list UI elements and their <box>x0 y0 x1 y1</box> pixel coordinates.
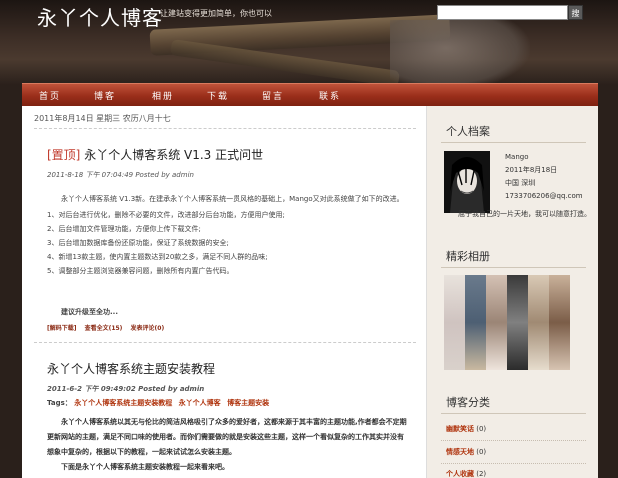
list-item: 2、后台增加文件管理功能，方便你上传下载文件; <box>47 225 201 233</box>
profile-location: 中国 深圳 <box>505 179 536 187</box>
list-item: 4、新增13款主题，使内置主题数达到20款之多，满足不同人群的品味; <box>47 253 268 261</box>
main-nav: 首页 博客 相册 下载 留言 联系 <box>22 83 598 106</box>
post-body: 下面是永丫个人博客系统主题安装教程一起来看来吧。 <box>61 463 229 471</box>
album-photo[interactable] <box>549 275 570 370</box>
profile-date: 2011年8月18日 <box>505 166 558 174</box>
album-photo[interactable] <box>528 275 549 370</box>
list-item: 5、调整部分主题浏览器兼容问题，删除所有内置广告代码。 <box>47 267 234 275</box>
post-tags: Tags： 永丫个人博客系统主题安装教程 永丫个人博客 博客主题安装 <box>47 398 273 408</box>
read-full-link[interactable]: 查看全文(15) <box>85 325 123 332</box>
comment-link[interactable]: 发表评论(0) <box>131 325 165 332</box>
post-meta: 2011-6-2 下午 09:49:02 Posted by admin <box>47 385 205 393</box>
album-photo[interactable] <box>507 275 528 370</box>
divider <box>441 413 586 414</box>
sidebar: 个人档案 Mango 2011年8月18日 中国 深圳 1733706206@q… <box>427 106 598 478</box>
category-count: (0) <box>476 448 487 456</box>
list-item: 1、对后台进行优化，删除不必要的文件，改进部分后台功能，方便用户使用; <box>47 211 285 219</box>
divider <box>34 128 416 129</box>
post-meta: 2011-8-18 下午 07:04:49 Posted by admin <box>47 171 194 179</box>
divider <box>441 267 586 268</box>
category-item[interactable]: 幽默笑话 (0) <box>446 424 486 434</box>
album-photo[interactable] <box>465 275 486 370</box>
tag-link[interactable]: 永丫个人博客 <box>179 399 221 407</box>
category-count: (0) <box>476 425 487 433</box>
profile-name: Mango <box>505 153 529 161</box>
divider <box>441 463 586 464</box>
category-name[interactable]: 幽默笑话 <box>446 425 474 433</box>
post-links: [解码下载] 查看全文(15) 发表评论(0) <box>47 323 170 332</box>
category-count: (2) <box>476 470 487 478</box>
search-button[interactable]: 搜 <box>568 5 583 20</box>
main-content: 2011年8月14日 星期三 农历八月十七 [置顶] 永丫个人博客系统 V1.3… <box>22 106 427 478</box>
category-name[interactable]: 个人收藏 <box>446 470 474 478</box>
category-heading: 博客分类 <box>446 396 490 409</box>
read-more-text: 建议升级至全功... <box>61 308 118 316</box>
category-item[interactable]: 个人收藏 (2) <box>446 469 486 478</box>
divider <box>441 440 586 441</box>
avatar <box>444 151 490 213</box>
post-body: 永丫个人博客系统 V1.3新。在建承永丫个人博客系统一贯风格的基础上，Mango… <box>47 192 405 278</box>
profile-heading: 个人档案 <box>446 125 490 138</box>
nav-contact[interactable]: 联系 <box>319 89 341 102</box>
avatar-image <box>444 151 490 213</box>
post-title[interactable]: [置顶] 永丫个人博客系统 V1.3 正式问世 <box>47 146 263 163</box>
nav-album[interactable]: 相册 <box>152 89 174 102</box>
album-heading: 精彩相册 <box>446 250 490 263</box>
site-header: 永丫个人博客 让建站变得更加简单，你也可以 搜 <box>0 0 618 85</box>
nav-download[interactable]: 下载 <box>207 89 229 102</box>
nav-home[interactable]: 首页 <box>39 89 61 102</box>
category-name[interactable]: 情感天地 <box>446 448 474 456</box>
site-title[interactable]: 永丫个人博客 <box>37 2 163 31</box>
site-description: 让建站变得更加简单，你也可以 <box>160 9 272 18</box>
post-body: 永丫个人博客系统以其无与伦比的简洁风格吸引了众多的爱好者，这都来源于其丰富的主题… <box>47 418 407 456</box>
nav-guestbook[interactable]: 留言 <box>262 89 284 102</box>
category-item[interactable]: 情感天地 (0) <box>446 447 486 457</box>
download-link[interactable]: [解码下载] <box>47 325 77 332</box>
page-border <box>598 85 618 478</box>
tag-link[interactable]: 永丫个人博客系统主题安装教程 <box>74 399 172 407</box>
nav-blog[interactable]: 博客 <box>94 89 116 102</box>
album-photo[interactable] <box>444 275 465 370</box>
tags-label: Tags： <box>47 399 72 407</box>
search-input[interactable] <box>437 5 568 20</box>
post-title[interactable]: 永丫个人博客系统主题安装教程 <box>47 360 215 377</box>
photo-album[interactable] <box>444 275 572 370</box>
post-intro: 永丫个人博客系统 V1.3新。在建承永丫个人博客系统一贯风格的基础上，Mango… <box>61 195 404 203</box>
profile-info: Mango 2011年8月18日 中国 深圳 1733706206@qq.com <box>505 151 583 203</box>
pinned-badge: [置顶] <box>47 148 81 162</box>
tag-link[interactable]: 博客主题安装 <box>227 399 269 407</box>
date-line: 2011年8月14日 星期三 农历八月十七 <box>34 114 171 123</box>
list-item: 3、后台增加数据库备份还原功能，保证了系统数据的安全; <box>47 239 229 247</box>
album-photo[interactable] <box>486 275 507 370</box>
profile-bio: 屈于我自己的一片天地，我可以随意打造。 <box>458 210 591 218</box>
profile-email[interactable]: 1733706206@qq.com <box>505 190 583 203</box>
divider <box>34 342 416 343</box>
post-title-text[interactable]: 永丫个人博客系统 V1.3 正式问世 <box>80 148 263 162</box>
divider <box>441 142 586 143</box>
header-banner-stone <box>390 20 530 85</box>
